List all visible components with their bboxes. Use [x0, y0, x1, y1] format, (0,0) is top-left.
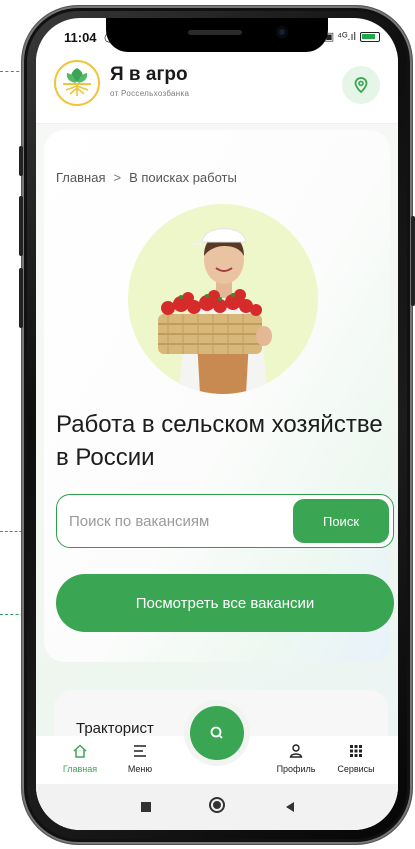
phone-side-button: [19, 146, 23, 176]
recents-button[interactable]: [140, 800, 152, 818]
phone-side-button: [19, 196, 23, 256]
back-triangle-icon: [286, 802, 294, 812]
front-camera: [276, 26, 288, 38]
phone-side-button: [411, 216, 415, 306]
breadcrumb-home[interactable]: Главная: [56, 170, 105, 185]
nav-item-profile[interactable]: Профиль: [266, 742, 326, 774]
breadcrumb: Главная > В поисках работы: [56, 170, 237, 185]
search-icon: [210, 726, 223, 739]
app-title: Я в агро: [110, 64, 188, 85]
app-subtitle: от Россельхозбанка: [110, 89, 190, 98]
nav-label-home: Главная: [62, 764, 98, 774]
location-button[interactable]: [342, 66, 380, 104]
circle-icon: [209, 797, 225, 813]
search-box: Поиск: [56, 494, 394, 548]
hero-image: [128, 204, 318, 394]
home-system-button[interactable]: [208, 796, 226, 819]
nav-label-menu: Меню: [127, 764, 153, 774]
status-time: 11:04: [64, 30, 97, 45]
profile-icon: [289, 744, 303, 758]
app-header: Я в агро от Россельхозбанка: [36, 52, 398, 124]
nav-item-home[interactable]: Главная: [50, 742, 110, 774]
speaker: [188, 30, 242, 35]
square-icon: [141, 802, 151, 812]
page-title: Работа в сельском хозяйстве в России: [56, 411, 383, 471]
phone-frame: 11:04 ◷ ◢ ▣ ⁴ᴳ.ıl Я в агро от Россель: [19, 6, 415, 844]
phone-side-button: [19, 268, 23, 328]
menu-icon: [134, 745, 146, 757]
location-pin-icon: [354, 77, 368, 94]
back-button[interactable]: [284, 800, 296, 818]
system-navigation-bar: [36, 784, 398, 830]
logo-icon[interactable]: [54, 60, 100, 106]
nav-item-services[interactable]: Сервисы: [326, 742, 386, 774]
battery-icon: [360, 31, 380, 42]
search-button[interactable]: Поиск: [293, 499, 389, 543]
brand: Я в агро от Россельхозбанка: [110, 64, 189, 98]
nav-label-profile: Профиль: [276, 764, 316, 774]
hero-card: Главная > В поисках работы Работа в сель…: [44, 130, 394, 662]
nav-label-services: Сервисы: [337, 764, 375, 774]
notch: [106, 18, 328, 52]
status-signal-icons: ▣ ⁴ᴳ.ıl: [324, 30, 380, 43]
nav-item-menu[interactable]: Меню: [110, 742, 170, 774]
job-title: Тракторист: [76, 720, 154, 737]
grid-icon: [350, 745, 362, 757]
signal-icon: ▣ ⁴ᴳ.ıl: [323, 31, 356, 43]
breadcrumb-current: В поисках работы: [129, 170, 237, 185]
home-icon: [73, 744, 87, 758]
view-all-vacancies-button[interactable]: Посмотреть все вакансии: [56, 574, 394, 632]
search-fab-button[interactable]: [190, 706, 244, 760]
breadcrumb-separator: >: [113, 170, 122, 185]
phone-screen: 11:04 ◷ ◢ ▣ ⁴ᴳ.ıl Я в агро от Россель: [36, 18, 398, 830]
search-input[interactable]: [69, 505, 289, 537]
